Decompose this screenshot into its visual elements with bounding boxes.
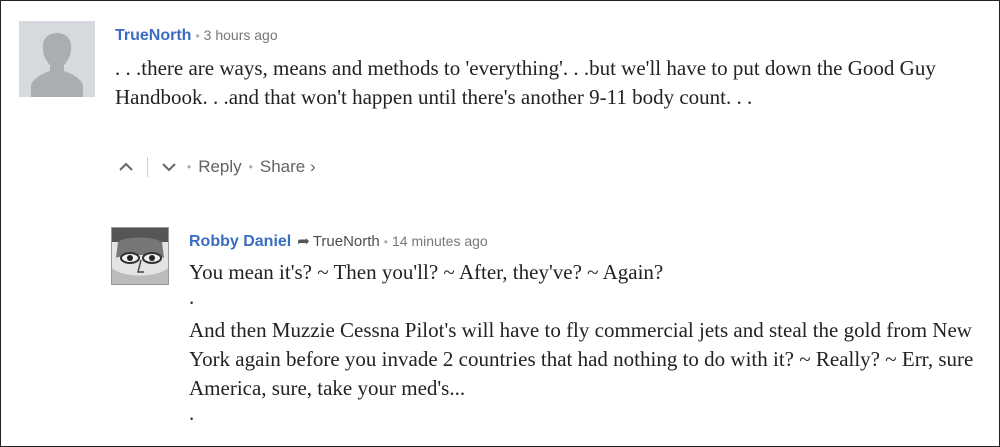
action-separator: • — [248, 160, 253, 174]
reply-to-user[interactable]: TrueNorth — [313, 233, 380, 250]
default-user-icon — [19, 21, 95, 97]
comment-paragraph: . — [189, 401, 195, 425]
upvote-button[interactable] — [115, 160, 137, 175]
timestamp[interactable]: 14 minutes ago — [392, 233, 488, 249]
comment-meta: Robby Daniel ➦ TrueNorth • 14 minutes ago — [189, 227, 989, 256]
meta-separator: • — [383, 235, 388, 249]
comment-content: Robby Daniel ➦ TrueNorth • 14 minutes ago Yo… — [189, 227, 989, 432]
comment-content: TrueNorth • 3 hours ago . . .there are way… — [115, 21, 975, 112]
chevron-down-icon — [162, 162, 176, 171]
comment-paragraph: You mean it's? ~ Then you'll? ~ After, t… — [189, 260, 664, 284]
downvote-button[interactable] — [158, 160, 180, 175]
avatar[interactable] — [111, 227, 169, 285]
avatar[interactable] — [19, 21, 95, 97]
action-separator: • — [187, 160, 192, 174]
reply-arrow-icon: ➦ — [297, 233, 310, 250]
comment-body: You mean it's? ~ Then you'll? ~ After, t… — [189, 258, 989, 432]
comment-actions: • Reply • Share › — [115, 157, 316, 177]
vote-divider — [147, 157, 148, 177]
comment-paragraph: And then Muzzie Cessna Pilot's will have… — [189, 318, 974, 400]
comment-body: . . .there are ways, means and methods t… — [115, 56, 936, 109]
author-name[interactable]: Robby Daniel — [189, 233, 291, 250]
chevron-up-icon — [119, 162, 133, 171]
share-button[interactable]: Share › — [260, 157, 316, 177]
reply-button[interactable]: Reply — [198, 157, 241, 177]
meta-separator: • — [195, 29, 200, 43]
author-name[interactable]: TrueNorth — [115, 27, 191, 44]
timestamp[interactable]: 3 hours ago — [204, 27, 278, 43]
comment-meta: TrueNorth • 3 hours ago — [115, 21, 975, 50]
comments-panel: TrueNorth • 3 hours ago . . .there are way… — [0, 0, 1000, 447]
user-photo-icon — [112, 228, 168, 284]
comment-paragraph: . — [189, 285, 195, 309]
